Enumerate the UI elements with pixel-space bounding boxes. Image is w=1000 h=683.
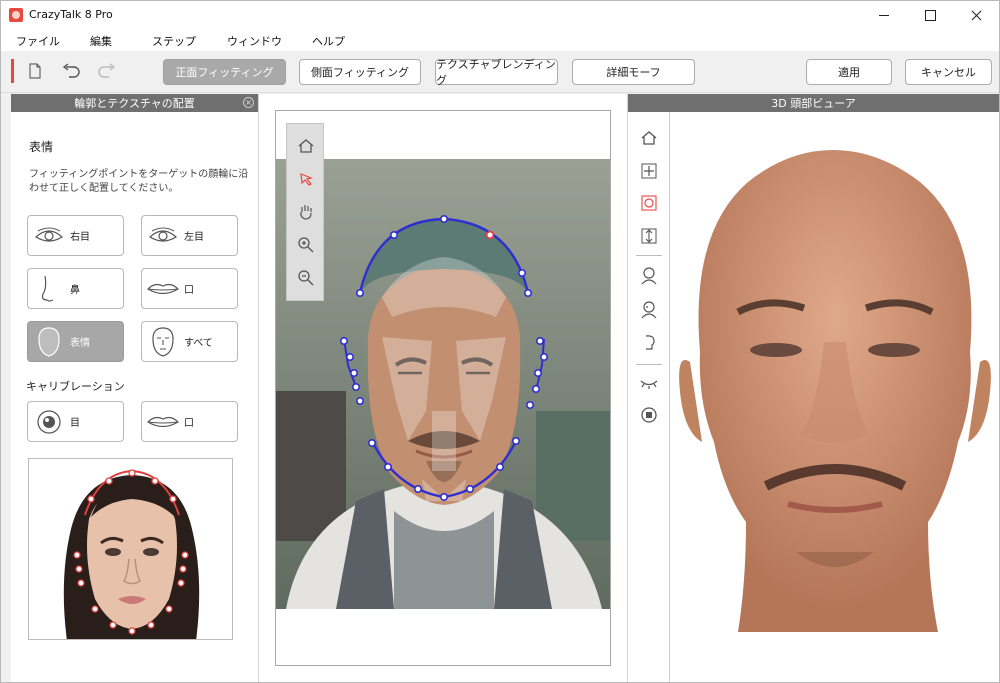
title-bar: CrazyTalk 8 Pro <box>1 1 999 29</box>
left-eye-button[interactable]: 左目 <box>141 215 238 256</box>
mouth-icon <box>142 274 184 304</box>
menu-help[interactable]: ヘルプ <box>312 29 345 51</box>
instruction-text: フィッティングポイントをターゲットの顔輪に沿わせて正しく配置してください。 <box>29 169 249 194</box>
all-button[interactable]: すべて <box>141 321 238 362</box>
app-title: CrazyTalk 8 Pro <box>29 8 113 21</box>
calib-mouth-label: 口 <box>184 418 194 429</box>
toolbar-separator <box>636 364 662 365</box>
eye-icon <box>28 221 70 251</box>
menu-file[interactable]: ファイル <box>16 29 60 51</box>
close-button[interactable] <box>953 1 999 29</box>
tab-side-fitting[interactable]: 側面フィッティング <box>299 59 421 85</box>
viewer-3d[interactable] <box>628 112 999 682</box>
expression-label: 表情 <box>70 338 90 349</box>
tab-detail-morph[interactable]: 詳細モーフ <box>572 59 695 85</box>
head-front-icon[interactable] <box>639 266 659 286</box>
calib-eye-button[interactable]: 目 <box>27 401 124 442</box>
minimize-button[interactable] <box>861 1 907 29</box>
viewer-title: 3D 頭部ビューア <box>771 97 856 110</box>
zoom-out-icon[interactable] <box>296 268 316 288</box>
left-panel: 表情 フィッティングポイントをターゲットの顔輪に沿わせて正しく配置してください。… <box>11 112 258 682</box>
expression-title: 表情 <box>29 140 54 154</box>
left-eye-label: 左目 <box>184 232 204 243</box>
app-window: CrazyTalk 8 Pro ファイル 編集 ステップ ウィンドウ ヘルプ 正… <box>0 0 1000 683</box>
tab-front-fitting[interactable]: 正面フィッティング <box>163 59 286 85</box>
all-label: すべて <box>184 338 213 349</box>
redo-icon[interactable] <box>97 61 117 81</box>
menu-step[interactable]: ステップ <box>152 29 196 51</box>
app-logo-icon <box>9 8 23 22</box>
home-icon[interactable] <box>296 136 316 156</box>
right-eye-button[interactable]: 右目 <box>27 215 124 256</box>
apply-button[interactable]: 適用 <box>806 59 892 85</box>
new-file-icon[interactable] <box>25 61 45 81</box>
calib-eye-label: 目 <box>70 418 80 429</box>
toolbar-accent <box>11 59 14 83</box>
eye-blink-icon[interactable] <box>639 373 659 393</box>
calibration-title: キャリブレーション <box>26 380 125 393</box>
menu-edit[interactable]: 編集 <box>90 29 112 51</box>
mouth-button[interactable]: 口 <box>141 268 238 309</box>
face-all-icon <box>142 326 184 357</box>
face-outline-icon <box>28 326 70 357</box>
tab-texture-blending[interactable]: テクスチャブレンディング <box>435 58 558 87</box>
nose-label: 鼻 <box>70 285 80 296</box>
eye-icon <box>142 221 184 251</box>
zoom-vertical-icon[interactable] <box>639 226 659 246</box>
head-side-icon[interactable] <box>639 300 659 320</box>
reset-icon[interactable] <box>639 405 659 425</box>
photo-canvas[interactable] <box>275 110 611 666</box>
viewer-header: 3D 頭部ビューア <box>628 94 999 112</box>
viewer-toolbar <box>628 112 670 682</box>
toolbar-separator <box>636 255 662 256</box>
head-profile-icon[interactable] <box>639 333 659 353</box>
fitting-tool-palette <box>286 123 324 301</box>
expression-button[interactable]: 表情 <box>27 321 124 362</box>
right-eye-label: 右目 <box>70 232 90 243</box>
left-panel-header: 輪郭とテクスチャの配置 × <box>11 94 258 112</box>
calib-mouth-button[interactable]: 口 <box>141 401 238 442</box>
panel-close-icon[interactable]: × <box>243 97 254 108</box>
nose-icon <box>28 274 70 304</box>
zoom-in-icon[interactable] <box>296 235 316 255</box>
pan-hand-icon[interactable] <box>296 202 316 222</box>
maximize-button[interactable] <box>907 1 953 29</box>
rotate-icon[interactable] <box>639 193 659 213</box>
menu-bar: ファイル 編集 ステップ ウィンドウ ヘルプ <box>1 29 999 51</box>
select-arrow-icon[interactable] <box>296 169 316 189</box>
reference-face-image <box>28 458 233 640</box>
mouth-icon <box>142 407 184 437</box>
undo-icon[interactable] <box>61 61 81 81</box>
cancel-button[interactable]: キャンセル <box>905 59 992 85</box>
left-panel-title: 輪郭とテクスチャの配置 <box>74 97 195 110</box>
nose-button[interactable]: 鼻 <box>27 268 124 309</box>
home-icon[interactable] <box>639 128 659 148</box>
mouth-label: 口 <box>184 285 194 296</box>
eye-target-icon <box>28 407 70 437</box>
move-icon[interactable] <box>639 161 659 181</box>
menu-window[interactable]: ウィンドウ <box>227 29 282 51</box>
